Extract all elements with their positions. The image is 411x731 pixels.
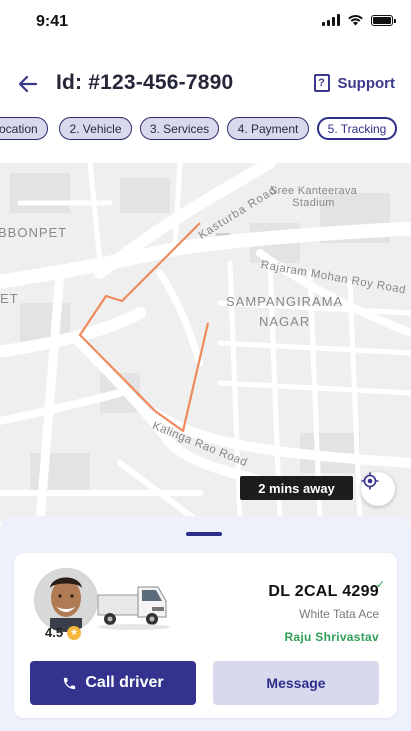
map-label-bbonpet: BBONPET bbox=[0, 225, 68, 240]
step-label: 2. Vehicle bbox=[69, 121, 122, 136]
sheet-drag-handle[interactable] bbox=[186, 532, 222, 536]
help-icon: ? bbox=[313, 74, 330, 92]
step-label: location bbox=[0, 121, 38, 136]
driver-name: Raju Shrivastav bbox=[284, 630, 379, 644]
support-button[interactable]: ? Support bbox=[313, 74, 396, 92]
driver-bottom-sheet: 4.5 ★ DL 2CAL 4299 ✓ White Tata Ace Raju… bbox=[0, 516, 411, 731]
step-tracking[interactable]: 5. Tracking bbox=[317, 117, 397, 140]
status-bar: 9:41 bbox=[0, 0, 411, 44]
vehicle-model: White Tata Ace bbox=[299, 607, 379, 621]
map-base bbox=[0, 163, 411, 523]
map-label-stadium: Sree Kanteerava Stadium bbox=[270, 185, 358, 209]
step-label: 5. Tracking bbox=[327, 121, 387, 136]
call-driver-button[interactable]: Call driver bbox=[30, 661, 196, 705]
order-id-title: Id: #123-456-7890 bbox=[56, 71, 234, 94]
recenter-location-button[interactable] bbox=[361, 472, 395, 506]
step-label: 4. Payment bbox=[237, 121, 299, 136]
support-label: Support bbox=[337, 74, 396, 92]
tracking-map[interactable]: Kasturba Road Sree Kanteerava Stadium BB… bbox=[0, 163, 411, 523]
message-button[interactable]: Message bbox=[213, 661, 379, 705]
step-vehicle[interactable]: 2. Vehicle bbox=[59, 117, 132, 140]
driver-rating: 4.5 ★ bbox=[45, 625, 82, 640]
star-icon: ★ bbox=[67, 625, 82, 640]
phone-icon bbox=[64, 677, 76, 689]
wifi-icon bbox=[348, 15, 363, 26]
booking-steps: location 2. Vehicle 3. Services 4. Payme… bbox=[0, 117, 411, 141]
map-label-et: ET bbox=[0, 291, 19, 306]
arrow-left-icon bbox=[18, 75, 38, 93]
eta-badge: 2 mins away bbox=[240, 476, 353, 500]
truck-image bbox=[97, 586, 170, 630]
step-services[interactable]: 3. Services bbox=[140, 117, 219, 140]
step-payment[interactable]: 4. Payment bbox=[227, 117, 309, 140]
vehicle-plate-number: DL 2CAL 4299 bbox=[268, 583, 379, 600]
app-header: Id: #123-456-7890 ? Support bbox=[0, 62, 411, 106]
rating-value: 4.5 bbox=[45, 625, 64, 640]
step-label: 3. Services bbox=[149, 121, 210, 136]
cellular-signal-icon bbox=[322, 14, 340, 26]
status-time: 9:41 bbox=[36, 13, 69, 30]
status-icons bbox=[322, 14, 396, 26]
crosshair-icon bbox=[361, 472, 379, 490]
verified-check-icon: ✓ bbox=[375, 579, 385, 591]
map-label-sampangirama: SAMPANGIRAMA NAGAR bbox=[226, 294, 344, 329]
message-label: Message bbox=[266, 675, 326, 691]
step-location[interactable]: location bbox=[0, 117, 48, 140]
call-driver-label: Call driver bbox=[85, 674, 164, 691]
battery-icon bbox=[371, 14, 396, 26]
driver-avatar bbox=[34, 568, 98, 632]
driver-card: 4.5 ★ DL 2CAL 4299 ✓ White Tata Ace Raju… bbox=[14, 553, 397, 718]
back-button[interactable] bbox=[16, 72, 40, 96]
